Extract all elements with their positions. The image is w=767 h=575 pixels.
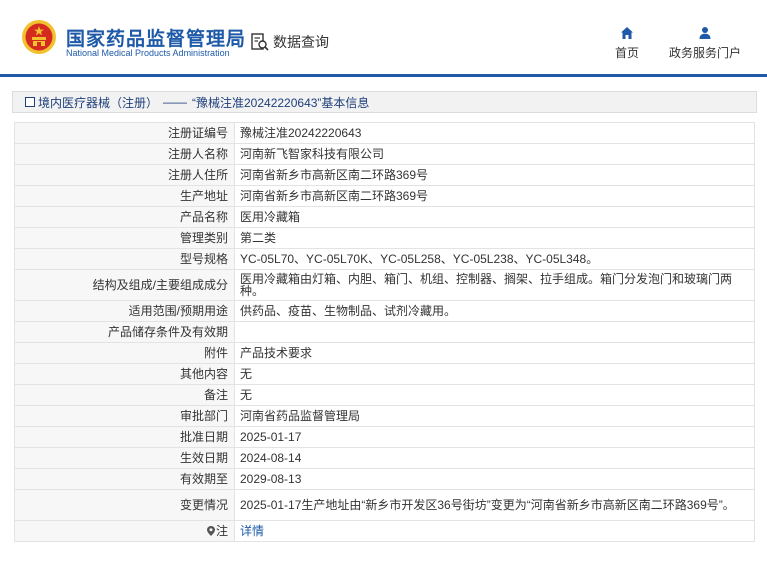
field-label: 注册证编号 bbox=[14, 122, 235, 144]
field-label: 型号规格 bbox=[14, 248, 235, 270]
field-label: 产品名称 bbox=[14, 206, 235, 228]
brand-title-en: National Medical Products Administration bbox=[66, 48, 230, 58]
table-row: 变更情况 2025-01-17生产地址由“新乡市开发区36号街坊”变更为“河南省… bbox=[14, 489, 755, 521]
table-row: 其他内容 无 bbox=[14, 363, 755, 385]
field-label: 有效期至 bbox=[14, 468, 235, 490]
brand-title-cn: 国家药品监督管理局 bbox=[66, 29, 247, 50]
field-value: 供药品、疫苗、生物制品、试剂冷藏用。 bbox=[234, 300, 755, 322]
field-value: 2025-01-17 bbox=[234, 426, 755, 448]
field-label: 其他内容 bbox=[14, 363, 235, 385]
field-value: 2024-08-14 bbox=[234, 447, 755, 469]
emblem-logo bbox=[22, 20, 56, 54]
table-row: 附件 产品技术要求 bbox=[14, 342, 755, 364]
nav-home-label: 首页 bbox=[614, 46, 639, 60]
breadcrumb-title: “豫械注准20242220643”基本信息 bbox=[192, 95, 370, 110]
field-label: 生产地址 bbox=[14, 185, 235, 207]
field-label: 注 bbox=[215, 523, 228, 538]
field-value: 产品技术要求 bbox=[234, 342, 755, 364]
field-value: 医用冷藏箱由灯箱、内胆、箱门、机组、控制器、搁架、拉手组成。箱门分发泡门和玻璃门… bbox=[234, 269, 755, 301]
note-label-cell: 注 bbox=[14, 520, 235, 542]
field-label: 审批部门 bbox=[14, 405, 235, 427]
field-label: 备注 bbox=[14, 384, 235, 406]
site-header: 国家药品监督管理局 National Medical Products Admi… bbox=[0, 0, 767, 77]
field-value: 2025-01-17生产地址由“新乡市开发区36号街坊”变更为“河南省新乡市高新… bbox=[234, 489, 755, 521]
table-row: 型号规格 YC-05L70、YC-05L70K、YC-05L258、YC-05L… bbox=[14, 248, 755, 270]
field-label: 产品储存条件及有效期 bbox=[14, 321, 235, 343]
pin-icon bbox=[206, 525, 215, 536]
field-value: YC-05L70、YC-05L70K、YC-05L258、YC-05L238、Y… bbox=[234, 248, 755, 270]
square-icon bbox=[25, 97, 35, 107]
breadcrumb-category[interactable]: 境内医疗器械（注册） bbox=[38, 94, 158, 111]
table-row: 注册人名称 河南新飞智家科技有限公司 bbox=[14, 143, 755, 165]
table-row: 批准日期 2025-01-17 bbox=[14, 426, 755, 448]
table-row: 产品储存条件及有效期 bbox=[14, 321, 755, 343]
details-link[interactable]: 详情 bbox=[240, 524, 264, 538]
field-value: 详情 bbox=[234, 520, 755, 542]
field-label: 注册人名称 bbox=[14, 143, 235, 165]
user-icon bbox=[699, 27, 711, 39]
search-document-icon bbox=[251, 33, 269, 51]
data-query-link[interactable]: 数据查询 bbox=[250, 32, 329, 52]
table-row: 备注 无 bbox=[14, 384, 755, 406]
table-row: 注册证编号 豫械注准20242220643 bbox=[14, 122, 755, 144]
field-value: 无 bbox=[234, 384, 755, 406]
table-row: 审批部门 河南省药品监督管理局 bbox=[14, 405, 755, 427]
breadcrumb-separator: —— bbox=[163, 95, 188, 109]
table-row: 注 详情 bbox=[14, 520, 755, 542]
home-icon bbox=[621, 27, 633, 39]
field-value: 河南省新乡市高新区南二环路369号 bbox=[234, 185, 755, 207]
nav-home[interactable]: 首页 bbox=[607, 26, 647, 61]
table-row: 产品名称 医用冷藏箱 bbox=[14, 206, 755, 228]
field-value: 河南省新乡市高新区南二环路369号 bbox=[234, 164, 755, 186]
table-row: 有效期至 2029-08-13 bbox=[14, 468, 755, 490]
field-label: 批准日期 bbox=[14, 426, 235, 448]
field-label: 变更情况 bbox=[14, 489, 235, 521]
field-value: 河南新飞智家科技有限公司 bbox=[234, 143, 755, 165]
data-query-label: 数据查询 bbox=[273, 34, 329, 50]
field-label: 管理类别 bbox=[14, 227, 235, 249]
table-row: 结构及组成/主要组成成分 医用冷藏箱由灯箱、内胆、箱门、机组、控制器、搁架、拉手… bbox=[14, 269, 755, 301]
table-row: 生效日期 2024-08-14 bbox=[14, 447, 755, 469]
detail-table: 注册证编号 豫械注准20242220643 注册人名称 河南新飞智家科技有限公司… bbox=[14, 122, 755, 542]
field-label: 适用范围/预期用途 bbox=[14, 300, 235, 322]
table-row: 适用范围/预期用途 供药品、疫苗、生物制品、试剂冷藏用。 bbox=[14, 300, 755, 322]
field-label: 结构及组成/主要组成成分 bbox=[14, 269, 235, 301]
field-value: 豫械注准20242220643 bbox=[234, 122, 755, 144]
field-value: 医用冷藏箱 bbox=[234, 206, 755, 228]
table-row: 注册人住所 河南省新乡市高新区南二环路369号 bbox=[14, 164, 755, 186]
field-value: 河南省药品监督管理局 bbox=[234, 405, 755, 427]
field-label: 注册人住所 bbox=[14, 164, 235, 186]
field-label: 附件 bbox=[14, 342, 235, 364]
field-value bbox=[234, 321, 755, 343]
field-value: 无 bbox=[234, 363, 755, 385]
table-row: 管理类别 第二类 bbox=[14, 227, 755, 249]
field-label: 生效日期 bbox=[14, 447, 235, 469]
nav-portal-label: 政务服务门户 bbox=[668, 46, 741, 60]
field-value: 2029-08-13 bbox=[234, 468, 755, 490]
breadcrumb: 境内医疗器械（注册） —— “豫械注准20242220643”基本信息 bbox=[12, 91, 757, 113]
nav-service-portal[interactable]: 政务服务门户 bbox=[663, 26, 747, 61]
field-value: 第二类 bbox=[234, 227, 755, 249]
table-row: 生产地址 河南省新乡市高新区南二环路369号 bbox=[14, 185, 755, 207]
